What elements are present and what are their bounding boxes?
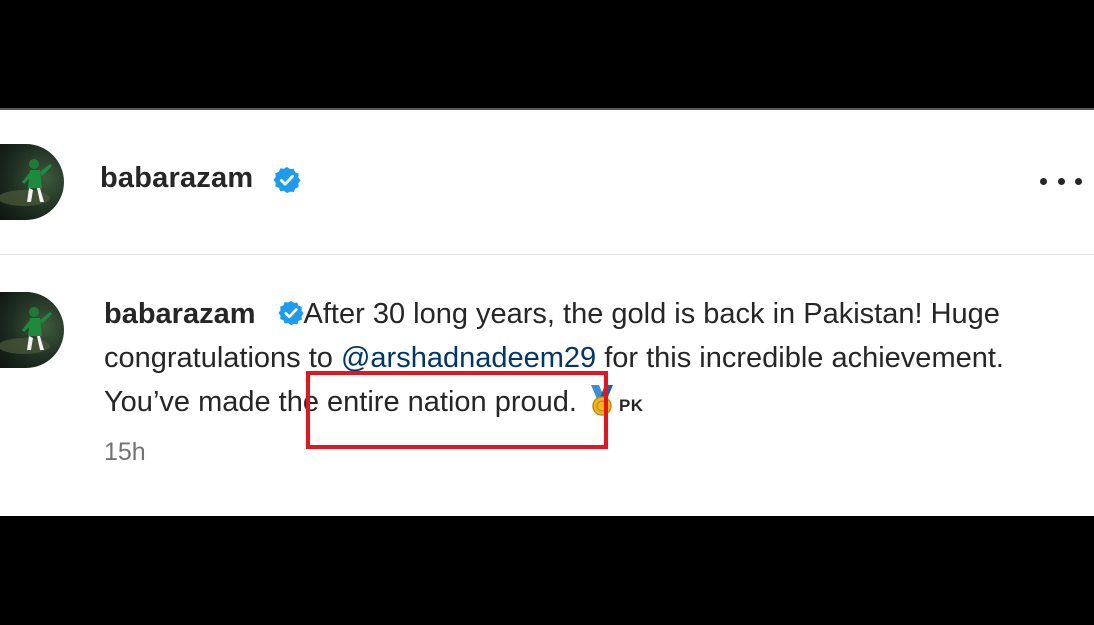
post-author-username[interactable]: babarazam [100,162,253,195]
more-dot-icon [1057,177,1065,185]
caption-avatar[interactable] [0,292,64,368]
screenshot-frame: babarazam babarazam After 30 long years,… [0,0,1094,625]
verified-badge-icon [273,166,301,194]
cricketer-avatar-icon [0,159,52,206]
red-highlight-annotation [306,371,608,449]
more-options-button[interactable] [1040,170,1082,192]
pakistan-flag-code: PK [618,396,644,415]
post-header: babarazam [0,110,1094,255]
more-dot-icon [1075,177,1082,185]
profile-avatar[interactable] [0,144,64,220]
verified-badge-icon [278,300,304,326]
cricketer-avatar-icon [0,307,52,354]
more-dot-icon [1040,177,1047,185]
post-timestamp[interactable]: 15h [104,438,146,467]
mention-link[interactable]: @arshadnadeem29 [341,342,596,374]
instagram-post-panel: babarazam babarazam After 30 long years,… [0,110,1094,516]
caption-username[interactable]: babarazam [104,298,256,330]
